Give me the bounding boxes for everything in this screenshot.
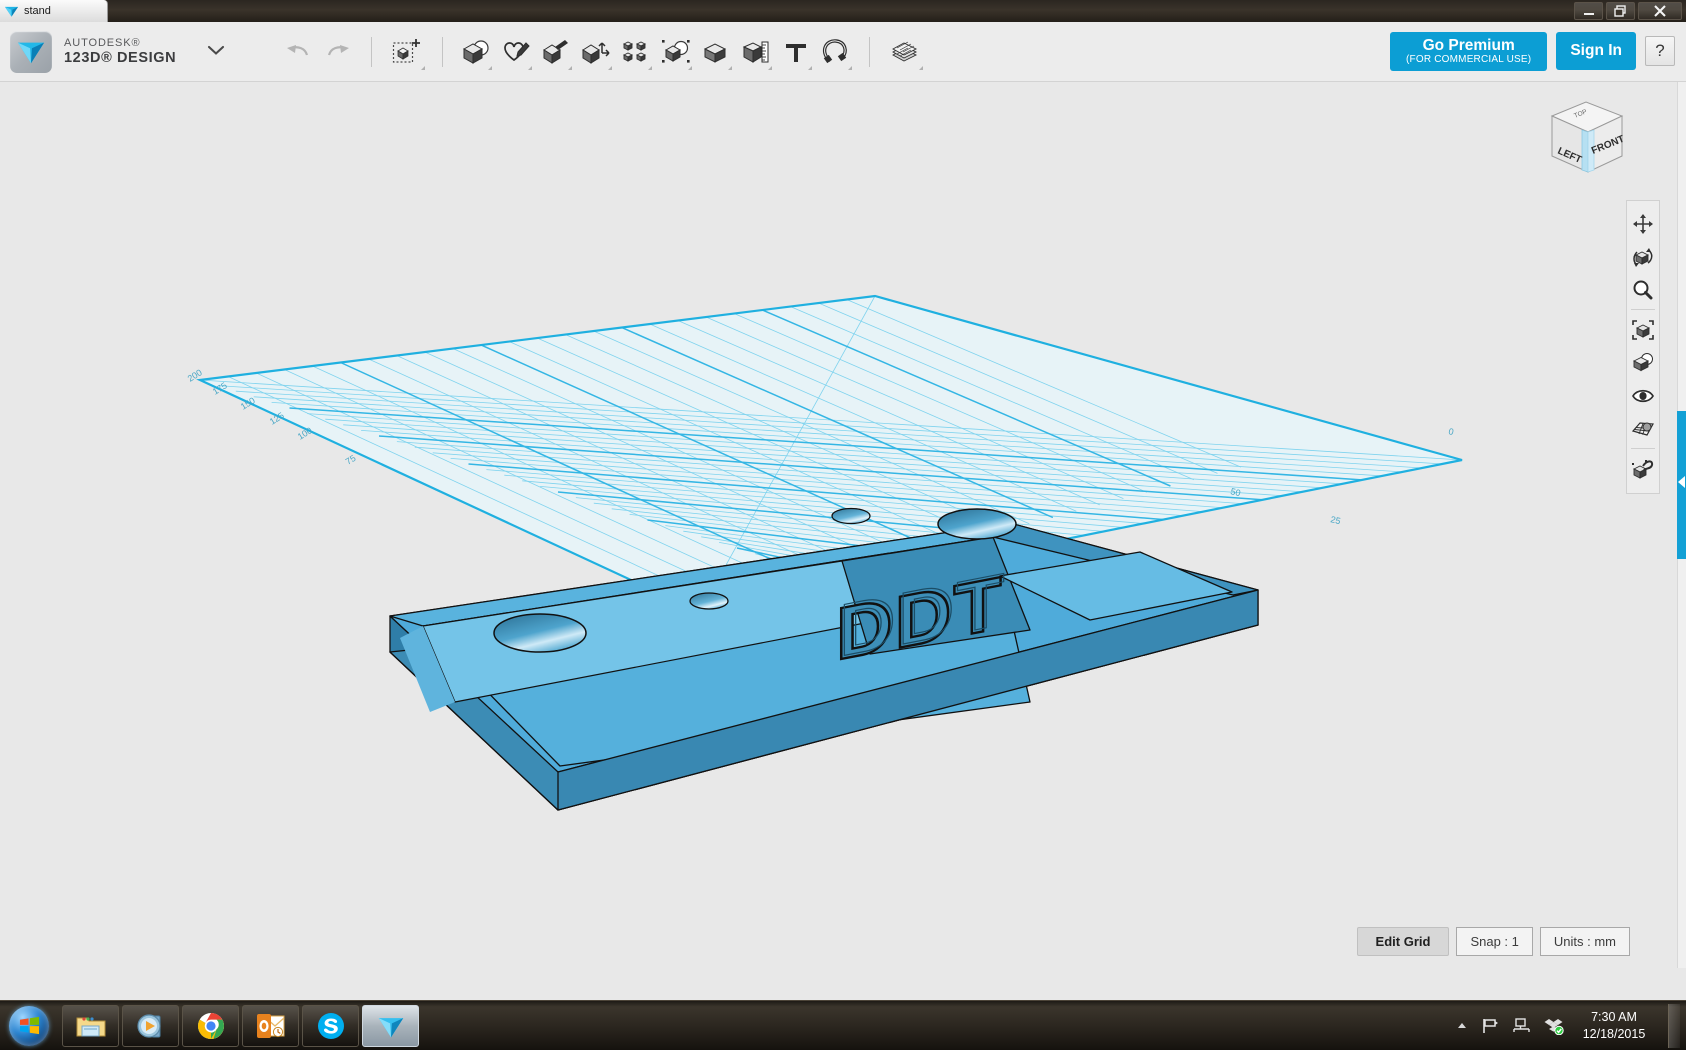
combine-button[interactable] (696, 31, 736, 73)
primitives-button[interactable] (456, 31, 496, 73)
tool-flyout-corner (919, 65, 924, 70)
shading-tool[interactable] (1628, 346, 1658, 379)
toolbar-divider (442, 36, 444, 67)
tool-flyout-corner (608, 65, 613, 70)
brand-product-label: 123D® DESIGN (64, 49, 177, 66)
snap-field[interactable]: Snap : 1 (1456, 927, 1533, 956)
window-title-bar: stand (0, 0, 1686, 22)
go-premium-button[interactable]: Go Premium (FOR COMMERCIAL USE) (1390, 31, 1548, 72)
go-premium-subtitle: (FOR COMMERCIAL USE) (1406, 54, 1532, 66)
pan-tool[interactable] (1628, 207, 1658, 240)
material-paint-tool[interactable] (1628, 452, 1658, 485)
edit-grid-button[interactable]: Edit Grid (1356, 927, 1450, 956)
toolbar-account-area: Go Premium (FOR COMMERCIAL USE) Sign In … (1390, 31, 1686, 72)
application-toolbar: AUTODESK® 123D® DESIGN Go Premium (FOR C… (0, 22, 1686, 82)
system-tray: 7:30 AM 12/18/2015 (1456, 1003, 1686, 1048)
taskbar-media-player[interactable] (122, 1004, 179, 1047)
small-hole (689, 592, 729, 610)
chevron-up-icon[interactable] (1456, 1021, 1468, 1030)
close-icon[interactable] (1638, 2, 1682, 20)
tool-flyout-corner (488, 65, 493, 70)
viewport-status-bar: Edit Grid Snap : 1 Units : mm (1356, 927, 1630, 956)
grid-label: 0 (1448, 426, 1455, 437)
toolbar-divider (869, 36, 871, 67)
tool-flyout-corner (421, 65, 426, 70)
modify-button[interactable] (576, 31, 616, 73)
window-tab-stand[interactable]: stand (0, 0, 108, 22)
grid-label: 75 (344, 453, 358, 467)
window-tab-label: stand (24, 5, 51, 17)
toolbar-tools (278, 31, 927, 73)
tool-flyout-corner (808, 65, 813, 70)
construct-button[interactable] (536, 31, 576, 73)
sign-in-button[interactable]: Sign In (1556, 32, 1636, 71)
nav-divider (1631, 309, 1655, 310)
measure-button[interactable] (736, 31, 776, 73)
go-premium-title: Go Premium (1422, 36, 1515, 54)
zoom-tool[interactable] (1628, 273, 1658, 306)
windows-orb-icon (9, 1005, 49, 1046)
tool-flyout-corner (768, 65, 773, 70)
sketch-button[interactable] (496, 31, 536, 73)
toolbar-divider (371, 36, 373, 67)
restore-icon[interactable] (1606, 2, 1635, 20)
flag-icon[interactable] (1481, 1017, 1499, 1035)
start-button[interactable] (2, 1004, 56, 1048)
clock-time: 7:30 AM (1591, 1009, 1637, 1024)
123d-design-icon (4, 4, 19, 19)
grid-tool[interactable] (1628, 412, 1658, 445)
chevron-down-icon[interactable] (206, 43, 226, 61)
show-desktop-button[interactable] (1668, 1003, 1680, 1048)
taskbar-outlook[interactable] (242, 1004, 299, 1047)
chevron-left-icon (1678, 476, 1685, 488)
tool-flyout-corner (688, 65, 693, 70)
brand-area[interactable]: AUTODESK® 123D® DESIGN (0, 30, 226, 73)
clock-date: 12/18/2015 (1582, 1026, 1646, 1041)
countersink-hole (937, 508, 1017, 540)
undo-button[interactable] (278, 31, 318, 73)
windows-taskbar: 7:30 AM 12/18/2015 (0, 1000, 1686, 1050)
text-button[interactable] (776, 31, 816, 73)
brand-autodesk-label: AUTODESK® (64, 37, 141, 50)
orbit-tool[interactable] (1628, 240, 1658, 273)
window-controls (1571, 0, 1682, 22)
taskbar-buttons (62, 1004, 419, 1047)
tool-flyout-corner (528, 65, 533, 70)
tool-flyout-corner (728, 65, 733, 70)
minimize-icon[interactable] (1574, 2, 1603, 20)
units-field[interactable]: Units : mm (1539, 927, 1630, 956)
taskbar-skype[interactable] (302, 1004, 359, 1047)
viewport-canvas[interactable]: 200 175 150 125 100 75 50 25 0 DDT DDT L… (0, 82, 1686, 968)
taskbar-123d-design[interactable] (362, 1004, 419, 1047)
view-cube[interactable]: LEFT FRONT TOP (1530, 90, 1634, 178)
countersink-hole (493, 613, 587, 653)
autodesk-123d-logo-icon (10, 30, 52, 73)
viewport-nav-toolbar (1626, 200, 1660, 494)
taskbar-chrome[interactable] (182, 1004, 239, 1047)
material-button[interactable] (883, 31, 927, 73)
scene-3d: 200 175 150 125 100 75 50 25 0 DDT DDT (186, 294, 1463, 811)
fit-tool[interactable] (1628, 313, 1658, 346)
taskbar-explorer[interactable] (62, 1004, 119, 1047)
transform-button[interactable] (385, 31, 429, 73)
tool-flyout-corner (848, 65, 853, 70)
grid-label: 25 (1330, 514, 1342, 526)
nav-divider (1631, 448, 1655, 449)
taskbar-clock[interactable]: 7:30 AM 12/18/2015 (1577, 1009, 1651, 1043)
model-stand (389, 522, 1259, 811)
tool-flyout-corner (568, 65, 573, 70)
small-hole (831, 507, 871, 525)
network-icon[interactable] (1512, 1017, 1531, 1035)
snap-button[interactable] (816, 31, 856, 73)
pattern-button[interactable] (616, 31, 656, 73)
grouping-button[interactable] (656, 31, 696, 73)
tool-flyout-corner (648, 65, 653, 70)
visibility-tool[interactable] (1628, 379, 1658, 412)
dropbox-sync-icon[interactable] (1544, 1017, 1564, 1035)
redo-button[interactable] (318, 31, 358, 73)
help-button[interactable]: ? (1645, 36, 1675, 67)
